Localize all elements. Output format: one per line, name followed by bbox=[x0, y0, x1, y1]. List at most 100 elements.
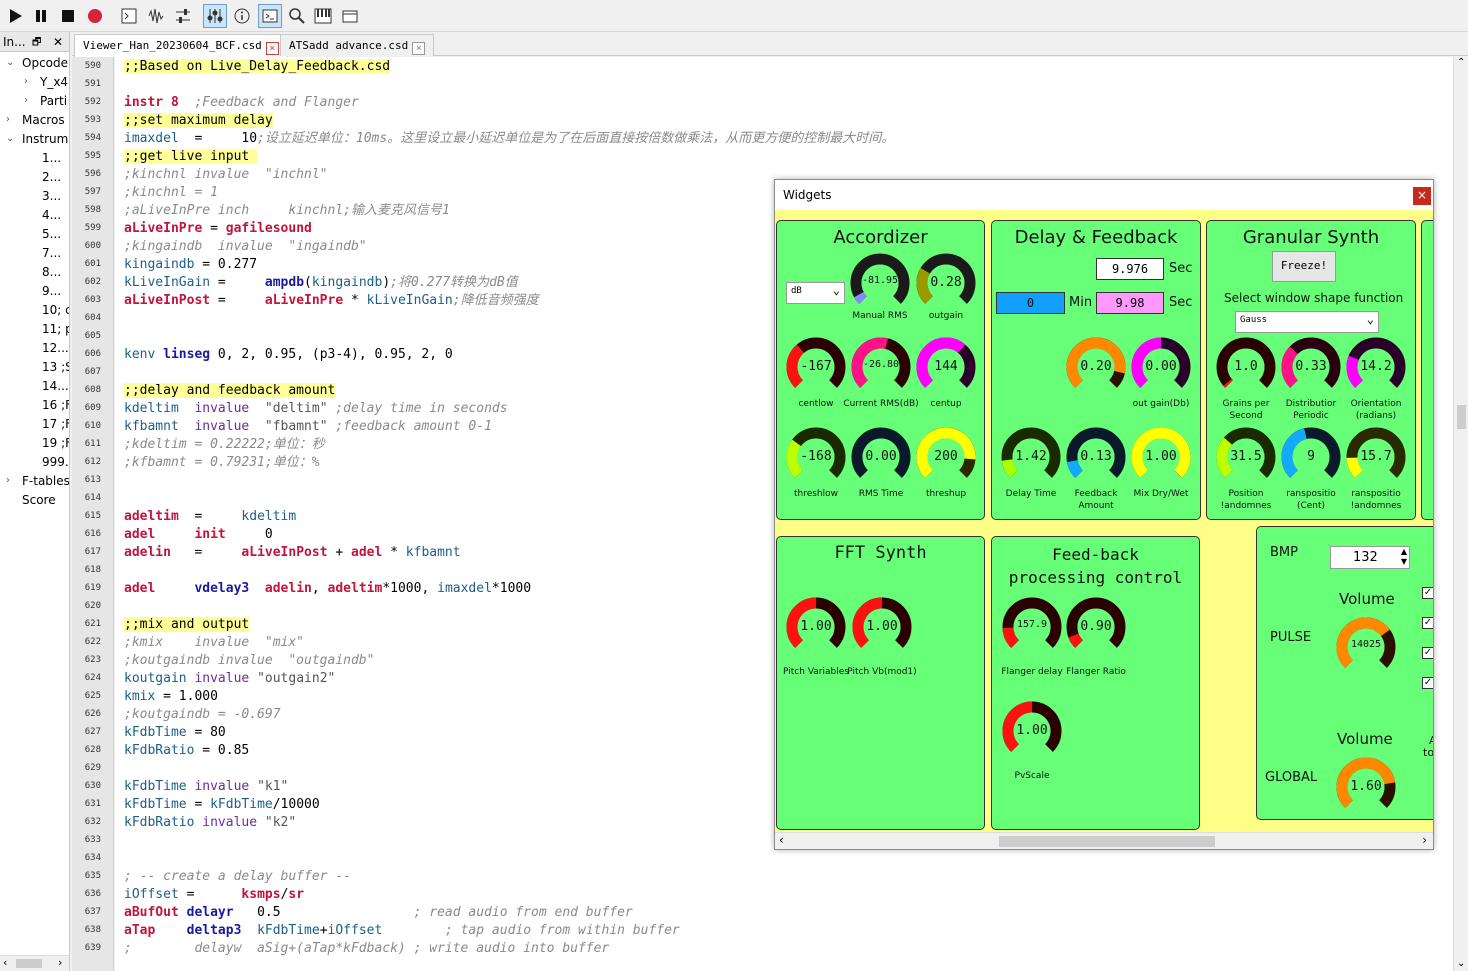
sliders-icon[interactable] bbox=[171, 4, 195, 28]
tree-item[interactable]: Y_x4 bbox=[40, 75, 68, 89]
tree-item[interactable]: 4... bbox=[42, 208, 61, 222]
close-icon[interactable]: × bbox=[1413, 187, 1431, 205]
knob[interactable]: 31.5 bbox=[1215, 426, 1277, 488]
tree-item[interactable]: Score bbox=[22, 493, 56, 507]
knob[interactable]: 0.90 bbox=[1065, 596, 1127, 658]
waveform-icon[interactable] bbox=[144, 4, 168, 28]
knob[interactable]: 1.60 bbox=[1335, 756, 1397, 818]
knob[interactable]: 200 bbox=[915, 426, 977, 488]
knob[interactable]: -168 bbox=[785, 426, 847, 488]
terminal-icon[interactable] bbox=[258, 4, 282, 28]
widgets-icon[interactable] bbox=[203, 4, 227, 28]
scroll-left-icon[interactable]: ‹ bbox=[3, 956, 7, 969]
stop-icon[interactable] bbox=[56, 4, 80, 28]
float-icon[interactable]: 🗗 bbox=[32, 35, 41, 52]
tree-item[interactable]: Parti bbox=[40, 94, 67, 108]
knob[interactable]: 1.00 bbox=[1001, 700, 1063, 762]
expand-toggle-icon[interactable]: ⌄ bbox=[6, 133, 14, 144]
knob[interactable]: 0.33 bbox=[1280, 336, 1342, 398]
close-icon[interactable]: × bbox=[412, 42, 426, 55]
knob[interactable]: 0.00 bbox=[1130, 336, 1192, 398]
tree-item[interactable]: 8... bbox=[42, 265, 61, 279]
tree-item[interactable]: 1... bbox=[42, 151, 61, 165]
knob[interactable]: 157.9 bbox=[1001, 596, 1063, 658]
knob[interactable]: 1.00 bbox=[851, 596, 913, 658]
piano-icon[interactable] bbox=[311, 4, 335, 28]
tree-item[interactable]: F-tables bbox=[22, 474, 69, 488]
tree-item[interactable]: 10; c bbox=[42, 303, 69, 317]
delay-sec-field[interactable]: 9.98 bbox=[1096, 292, 1164, 314]
tree-item[interactable]: 9... bbox=[42, 284, 61, 298]
accordizer-unit-select[interactable]: dB bbox=[786, 282, 845, 304]
scroll-right-icon[interactable]: › bbox=[1422, 833, 1427, 847]
tree-item[interactable]: 19 ;F bbox=[42, 436, 69, 450]
knob[interactable]: -167 bbox=[785, 336, 847, 398]
knob[interactable]: -81.95 bbox=[849, 252, 911, 314]
info-icon[interactable] bbox=[230, 4, 254, 28]
tree-item[interactable]: 17 ;F bbox=[42, 417, 69, 431]
checkbox[interactable]: ✓ bbox=[1422, 587, 1433, 599]
tree-item[interactable]: Opcode bbox=[22, 56, 68, 70]
delay-min-field[interactable]: 0 bbox=[996, 292, 1065, 314]
knob[interactable]: 1.00 bbox=[785, 596, 847, 658]
tree-item[interactable]: Instrum bbox=[22, 132, 68, 146]
expand-toggle-icon[interactable]: ⌄ bbox=[6, 57, 14, 68]
knob[interactable]: 0.13 bbox=[1065, 426, 1127, 488]
scroll-right-icon[interactable]: › bbox=[58, 956, 62, 969]
spin-arrows-icon[interactable]: ▲ ▼ bbox=[1401, 547, 1407, 567]
knob[interactable]: 1.00 bbox=[1130, 426, 1192, 488]
widgets-horizontal-scrollbar[interactable]: ‹ › bbox=[775, 832, 1433, 849]
knob[interactable]: 1.42 bbox=[1000, 426, 1062, 488]
freeze-button[interactable]: Freeze! bbox=[1272, 251, 1336, 282]
pause-icon[interactable] bbox=[29, 4, 53, 28]
close-icon[interactable]: × bbox=[265, 42, 279, 55]
knob[interactable]: 1.0 bbox=[1215, 336, 1277, 398]
tree-item[interactable]: 11; p bbox=[42, 322, 69, 336]
knob[interactable]: 144 bbox=[915, 336, 977, 398]
tab-viewer-han[interactable]: Viewer_Han_20230604_BCF.csd × bbox=[74, 34, 288, 57]
expand-toggle-icon[interactable]: › bbox=[6, 114, 10, 125]
window-shape-select[interactable]: Gauss bbox=[1235, 311, 1379, 333]
knob[interactable]: 0.28 bbox=[915, 252, 977, 314]
window-icon[interactable] bbox=[338, 4, 362, 28]
knob[interactable]: 14.2 bbox=[1345, 336, 1407, 398]
tree-item[interactable]: 2... bbox=[42, 170, 61, 184]
tree-item[interactable]: 5... bbox=[42, 227, 61, 241]
tree-item[interactable]: 14... bbox=[42, 379, 69, 393]
scrollbar-thumb[interactable] bbox=[16, 959, 42, 968]
bmp-spinbox[interactable]: 132 ▲ ▼ bbox=[1330, 546, 1410, 569]
tree-item[interactable]: 7... bbox=[42, 246, 61, 260]
editor-vertical-scrollbar[interactable]: ⌃ ⌄ bbox=[1453, 57, 1468, 971]
expand-toggle-icon[interactable]: › bbox=[6, 475, 10, 486]
close-icon[interactable]: ✕ bbox=[53, 35, 63, 49]
widgets-titlebar[interactable]: Widgets × bbox=[775, 180, 1433, 210]
tab-atsadd-advance[interactable]: ATSadd advance.csd × bbox=[280, 34, 435, 56]
expand-toggle-icon[interactable]: › bbox=[24, 76, 28, 87]
scroll-up-icon[interactable]: ⌃ bbox=[1457, 57, 1465, 68]
knob[interactable]: -26.80 bbox=[850, 336, 912, 398]
tree-item[interactable]: 13 ;S bbox=[42, 360, 69, 374]
record-icon[interactable] bbox=[83, 4, 107, 28]
tree-item[interactable]: 999... bbox=[42, 455, 69, 469]
checkbox[interactable]: ✓ bbox=[1422, 647, 1433, 659]
knob[interactable]: 15.7 bbox=[1345, 426, 1407, 488]
scrollbar-thumb[interactable] bbox=[1457, 405, 1466, 429]
inspector-horizontal-scrollbar[interactable]: ‹ › bbox=[0, 955, 69, 971]
search-icon[interactable] bbox=[285, 4, 309, 28]
play-icon[interactable] bbox=[3, 4, 27, 28]
tree-item[interactable]: 3... bbox=[42, 189, 61, 203]
knob[interactable]: 0.20 bbox=[1065, 336, 1127, 398]
tree-item[interactable]: 16 ;F bbox=[42, 398, 69, 412]
checkbox[interactable]: ✓ bbox=[1422, 677, 1433, 689]
scroll-down-icon[interactable]: ⌄ bbox=[1457, 958, 1465, 969]
knob[interactable]: 9 bbox=[1280, 426, 1342, 488]
expand-toggle-icon[interactable]: › bbox=[24, 95, 28, 106]
knob[interactable]: 0.00 bbox=[850, 426, 912, 488]
checkbox[interactable]: ✓ bbox=[1422, 617, 1433, 629]
scroll-left-icon[interactable]: ‹ bbox=[779, 833, 784, 847]
tree-item[interactable]: Macros bbox=[22, 113, 65, 127]
console-icon[interactable] bbox=[117, 4, 141, 28]
knob[interactable]: 14025 bbox=[1335, 616, 1397, 678]
scrollbar-thumb[interactable] bbox=[999, 836, 1215, 847]
tree-item[interactable]: 12... bbox=[42, 341, 69, 355]
